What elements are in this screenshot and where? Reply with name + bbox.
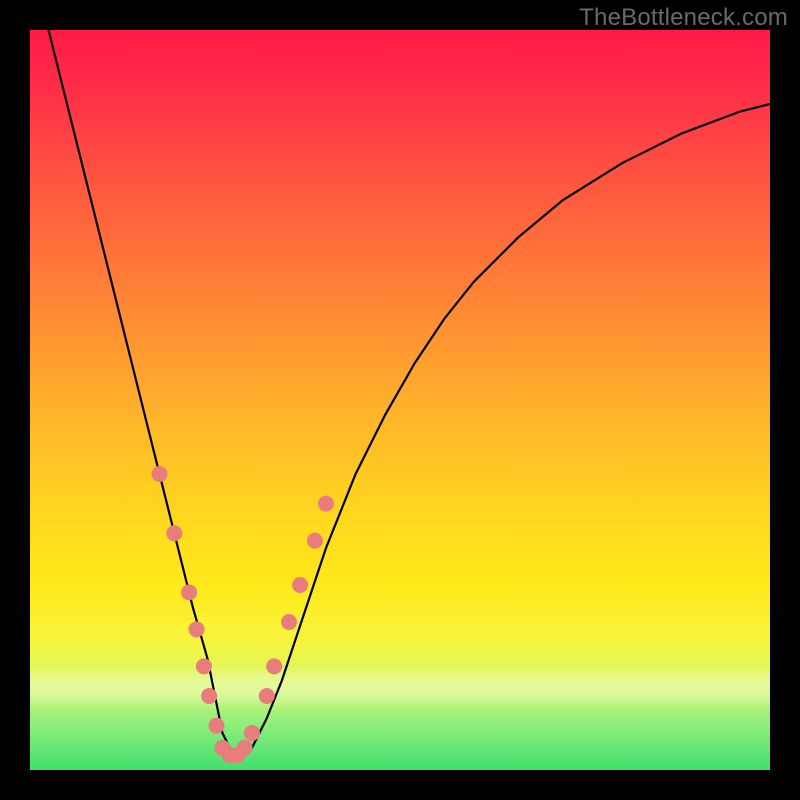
marker-dot — [281, 614, 297, 630]
marker-dot — [201, 688, 217, 704]
marker-dot — [237, 740, 253, 756]
marker-dot — [181, 584, 197, 600]
marker-dot — [166, 525, 182, 541]
marker-dot — [189, 621, 205, 637]
chart-frame: TheBottleneck.com — [0, 0, 800, 800]
marker-dot — [244, 725, 260, 741]
marker-dot — [266, 658, 282, 674]
highlight-dots — [152, 466, 335, 763]
marker-dot — [292, 577, 308, 593]
marker-dot — [209, 718, 225, 734]
watermark-text: TheBottleneck.com — [579, 4, 788, 32]
marker-dot — [259, 688, 275, 704]
marker-dot — [307, 533, 323, 549]
marker-dot — [152, 466, 168, 482]
marker-dot — [318, 496, 334, 512]
curve-layer — [30, 30, 770, 770]
bottleneck-curve — [30, 0, 770, 755]
marker-dot — [196, 658, 212, 674]
plot-area — [30, 30, 770, 770]
